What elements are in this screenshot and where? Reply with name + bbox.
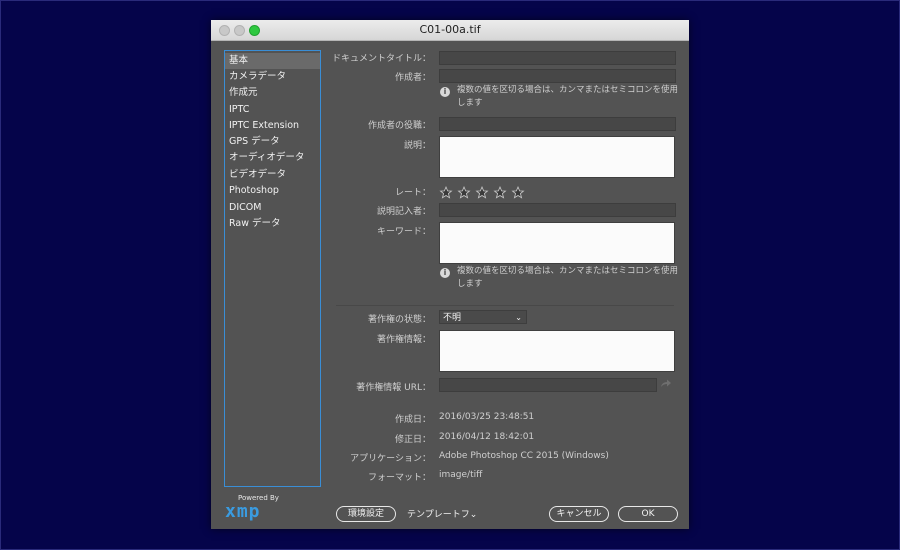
document-title-label: ドキュメントタイトル：	[331, 54, 431, 64]
star-icon[interactable]	[511, 186, 525, 199]
sidebar-item-video-data[interactable]: ビデオデータ	[225, 167, 320, 183]
format-label: フォーマット：	[367, 473, 431, 483]
star-icon[interactable]	[475, 186, 489, 199]
star-icon[interactable]	[457, 186, 471, 199]
xmp-branding: Powered By xmp	[223, 494, 283, 524]
file-info-dialog: C01-00a.tif 基本 カメラデータ 作成元 IPTC IPTC Exte…	[211, 20, 689, 529]
modified-value: 2016/04/12 18:42:01	[439, 432, 535, 442]
copyright-notice-label: 著作権情報：	[376, 335, 431, 345]
author-title-field[interactable]	[439, 117, 676, 131]
preferences-button[interactable]: 環境設定	[336, 506, 396, 522]
description-label: 説明：	[403, 141, 431, 151]
template-folder-label: テンプレートフ	[407, 510, 470, 520]
info-icon: i	[440, 87, 450, 97]
document-title-field[interactable]	[439, 51, 676, 65]
sidebar-item-iptc[interactable]: IPTC	[225, 102, 320, 118]
description-writer-field[interactable]	[439, 203, 676, 217]
go-to-url-arrow-icon[interactable]	[660, 378, 672, 388]
copyright-status-select[interactable]: 不明 ⌄	[439, 310, 527, 324]
star-icon[interactable]	[493, 186, 507, 199]
xmp-logo: xmp	[225, 501, 261, 522]
modified-label: 修正日：	[394, 435, 431, 445]
star-icon[interactable]	[439, 186, 453, 199]
copyright-url-field[interactable]	[439, 378, 657, 392]
application-label: アプリケーション：	[350, 454, 431, 464]
copyright-notice-textarea[interactable]	[439, 330, 675, 372]
copyright-status-value: 不明	[443, 313, 462, 323]
author-hint: 複数の値を区切る場合は、カンマまたはセミコロンを使用します	[457, 85, 679, 108]
copyright-status-label: 著作権の状態：	[367, 315, 431, 325]
sidebar-item-audio-data[interactable]: オーディオデータ	[225, 150, 320, 166]
author-title-label: 作成者の役職：	[367, 121, 431, 131]
keywords-label: キーワード：	[376, 227, 431, 237]
created-label: 作成日：	[394, 415, 431, 425]
rating-label: レート：	[394, 188, 431, 198]
keywords-hint: 複数の値を区切る場合は、カンマまたはセミコロンを使用します	[457, 266, 679, 289]
keywords-textarea[interactable]	[439, 222, 675, 264]
chevron-down-icon: ⌄	[469, 510, 478, 520]
format-value: image/tiff	[439, 470, 483, 480]
section-divider	[336, 305, 674, 306]
title-bar: C01-00a.tif	[211, 20, 689, 41]
sidebar-item-origin[interactable]: 作成元	[225, 85, 320, 101]
application-value: Adobe Photoshop CC 2015 (Windows)	[439, 451, 609, 461]
chevron-down-icon: ⌄	[515, 313, 522, 322]
ok-button[interactable]: OK	[618, 506, 678, 522]
template-folder-menu[interactable]: テンプレートフ⌄	[407, 507, 477, 520]
created-value: 2016/03/25 23:48:51	[439, 412, 535, 422]
cancel-button[interactable]: キャンセル	[549, 506, 609, 522]
copyright-url-label: 著作権情報 URL：	[356, 383, 431, 393]
author-field[interactable]	[439, 69, 676, 83]
author-label: 作成者：	[394, 73, 431, 83]
description-textarea[interactable]	[439, 136, 675, 178]
window-title: C01-00a.tif	[419, 23, 481, 36]
info-icon: i	[440, 268, 450, 278]
description-writer-label: 説明記入者：	[376, 207, 431, 217]
rating-stars	[439, 184, 529, 203]
